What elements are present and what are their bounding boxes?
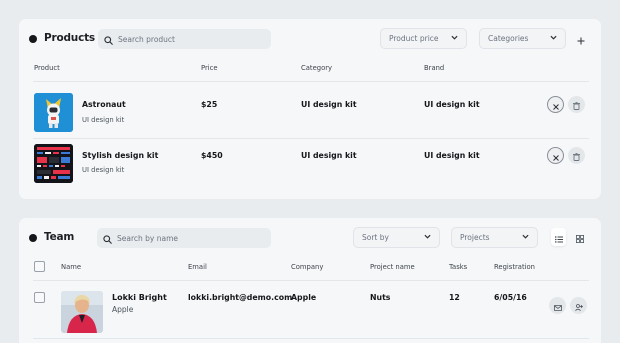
column-header-price: Price (201, 64, 218, 72)
column-header-brand: Brand (424, 64, 445, 72)
categories-dropdown[interactable]: Categories (479, 28, 566, 49)
chevron-down-icon (522, 233, 529, 242)
product-price-label: Product price (389, 34, 439, 43)
column-header-category: Category (301, 64, 333, 72)
projects-label: Projects (460, 233, 490, 242)
product-category: UI design kit (301, 151, 357, 160)
sort-by-dropdown[interactable]: Sort by (353, 227, 440, 248)
product-search-box[interactable] (98, 29, 271, 49)
select-all-checkbox[interactable] (34, 261, 45, 272)
column-header-tasks: Tasks (449, 263, 468, 271)
sort-by-label: Sort by (362, 233, 389, 242)
list-view-icon (554, 228, 563, 247)
header-divider (33, 81, 589, 82)
product-category: UI design kit (301, 100, 357, 109)
close-icon (552, 146, 559, 165)
products-card: Products Product price Categories Produc… (19, 19, 601, 199)
member-company-subtitle: Apple (112, 305, 134, 314)
add-product-button[interactable] (575, 33, 587, 45)
product-search-input[interactable] (118, 34, 258, 44)
chevron-down-icon (451, 34, 458, 43)
column-header-email: Email (188, 263, 207, 271)
row-checkbox[interactable] (34, 292, 45, 303)
member-project: Nuts (370, 293, 391, 302)
team-search-box[interactable] (97, 228, 271, 248)
grid-view-icon (576, 228, 584, 247)
member-email: lokki.bright@demo.com (188, 293, 293, 302)
delete-product-button[interactable] (568, 96, 585, 113)
member-name: Lokki Bright (112, 293, 167, 302)
team-card: Team Sort by Projects Name Email Company… (19, 218, 601, 343)
team-search-input[interactable] (117, 233, 257, 243)
mail-icon (553, 296, 562, 315)
row-divider (33, 338, 589, 339)
product-brand: UI design kit (424, 151, 480, 160)
search-icon (103, 229, 112, 248)
column-header-name: Name (61, 263, 82, 271)
add-member-button[interactable] (570, 297, 587, 314)
remove-product-button[interactable] (547, 96, 564, 113)
product-name: Stylish design kit (82, 151, 159, 160)
trash-icon (573, 146, 580, 165)
column-header-registration: Registration (494, 263, 535, 271)
list-view-button[interactable] (551, 228, 566, 246)
product-price-dropdown[interactable]: Product price (380, 28, 467, 49)
trash-icon (573, 95, 580, 114)
categories-label: Categories (488, 34, 529, 43)
product-subtitle: UI design kit (82, 166, 125, 174)
member-registration: 6/05/16 (494, 293, 527, 302)
team-title: Team (44, 231, 75, 243)
column-header-company: Company (291, 263, 324, 271)
product-name: Astronaut (82, 100, 126, 109)
plus-icon (577, 30, 585, 49)
grid-view-button[interactable] (574, 231, 586, 243)
product-thumbnail-astronaut (34, 93, 73, 132)
products-title: Products (44, 32, 95, 44)
member-company: Apple (291, 293, 317, 302)
chevron-down-icon (424, 233, 431, 242)
remove-product-button[interactable] (547, 147, 564, 164)
column-header-project-name: Project name (370, 263, 415, 271)
column-header-product: Product (34, 64, 60, 72)
projects-dropdown[interactable]: Projects (451, 227, 538, 248)
header-divider (33, 280, 589, 281)
products-bullet (29, 35, 37, 43)
product-brand: UI design kit (424, 100, 480, 109)
member-tasks: 12 (449, 293, 460, 302)
avatar (61, 291, 103, 333)
product-subtitle: UI design kit (82, 116, 125, 124)
product-price: $450 (201, 151, 223, 160)
close-icon (552, 95, 559, 114)
delete-product-button[interactable] (568, 147, 585, 164)
row-divider (33, 138, 589, 139)
product-price: $25 (201, 100, 218, 109)
team-bullet (29, 234, 37, 242)
add-user-icon (574, 296, 583, 315)
chevron-down-icon (550, 34, 557, 43)
message-member-button[interactable] (549, 297, 566, 314)
product-thumbnail-stylish-design-kit (34, 144, 73, 183)
search-icon (104, 30, 113, 49)
